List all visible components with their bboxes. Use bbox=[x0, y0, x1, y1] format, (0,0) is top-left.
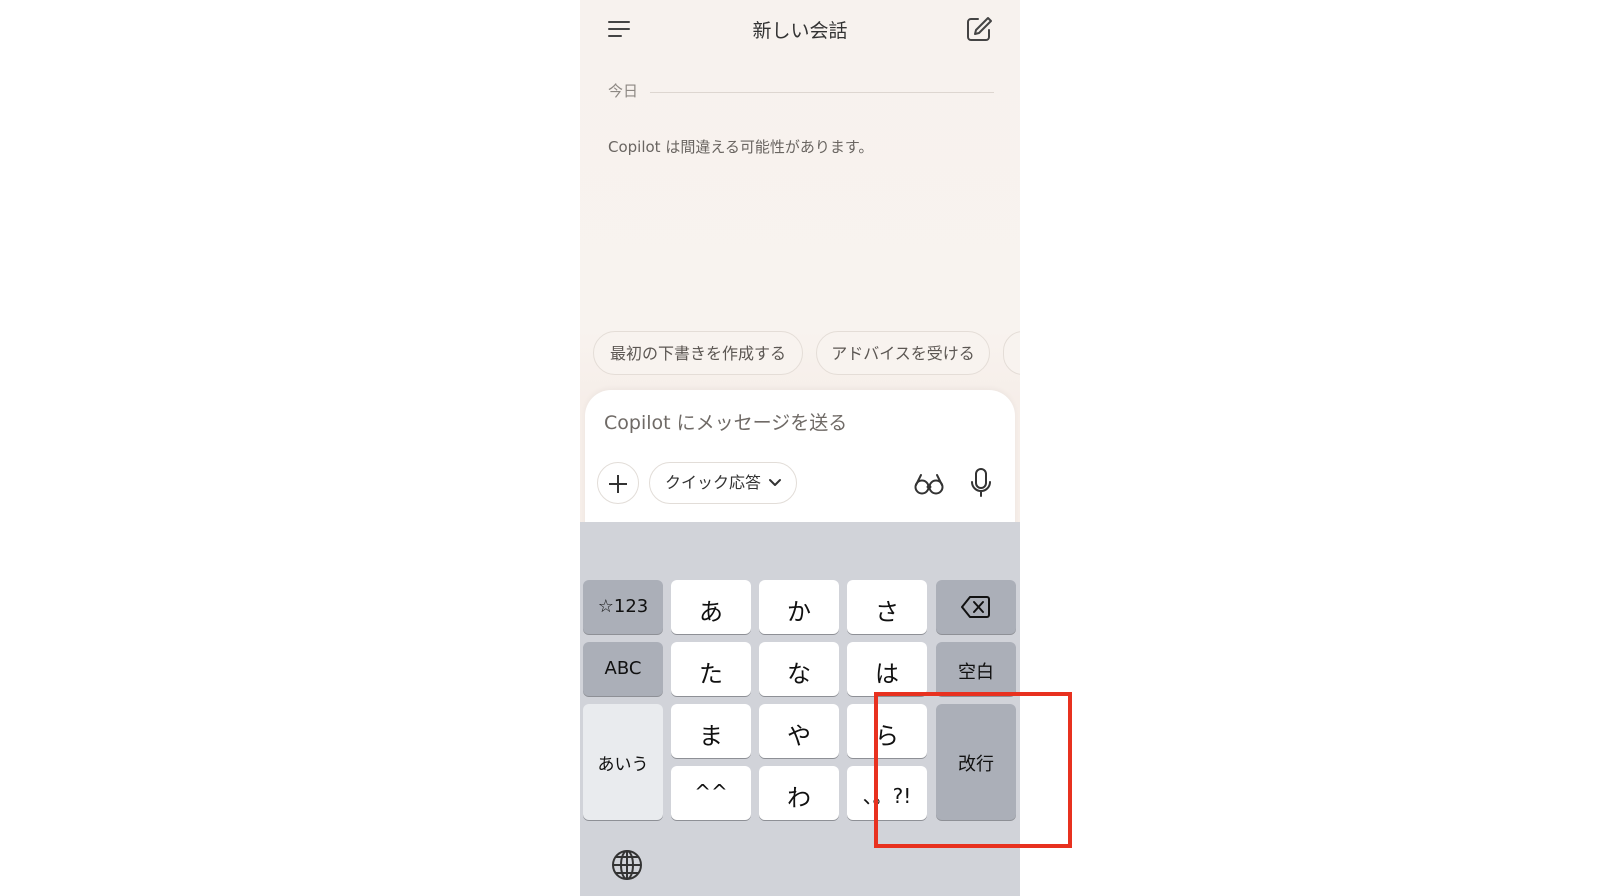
phone-screen: 新しい会話 今日 Copilot は間違える可能性があります。 最初の下書きを作… bbox=[580, 0, 1020, 896]
key-kaomoji-label: ^^ bbox=[694, 780, 728, 804]
key-sa[interactable]: さ bbox=[847, 580, 927, 634]
key-ta[interactable]: た bbox=[671, 642, 751, 696]
key-punctuation[interactable]: 、。?! bbox=[847, 766, 927, 820]
key-punctuation-label: 、。?! bbox=[862, 784, 912, 808]
microphone-icon bbox=[971, 468, 991, 497]
suggestion-chip-draft[interactable]: 最初の下書きを作成する bbox=[593, 331, 803, 375]
backspace-icon bbox=[961, 596, 990, 618]
key-ma-label: ま bbox=[699, 722, 723, 750]
key-a-label: あ bbox=[699, 598, 723, 626]
key-ma[interactable]: ま bbox=[671, 704, 751, 758]
globe-icon bbox=[612, 850, 642, 880]
date-label: 今日 bbox=[608, 82, 639, 100]
key-ha-label: は bbox=[875, 660, 899, 688]
key-ya[interactable]: や bbox=[759, 704, 839, 758]
microphone-button[interactable] bbox=[967, 466, 995, 500]
key-sa-label: さ bbox=[875, 598, 899, 626]
chevron-down-icon bbox=[769, 479, 781, 486]
new-chat-button[interactable] bbox=[964, 14, 994, 44]
key-ha[interactable]: は bbox=[847, 642, 927, 696]
key-ra[interactable]: ら bbox=[847, 704, 927, 758]
key-na-label: な bbox=[787, 660, 811, 688]
compose-edit-icon bbox=[967, 17, 992, 41]
key-ka-label: か bbox=[787, 598, 811, 626]
suggestion-chip-advice[interactable]: アドバイスを受ける bbox=[816, 331, 990, 375]
japanese-keyboard: ☆123 あ か さ ABC た な は 空白 あいう ま や ら 改行 ^^ … bbox=[580, 522, 1020, 896]
message-composer: Copilot にメッセージを送る クイック応答 bbox=[585, 390, 1015, 530]
key-space-label: 空白 bbox=[958, 662, 994, 683]
top-bar: 新しい会話 bbox=[580, 0, 1020, 58]
key-ya-label: や bbox=[787, 722, 811, 750]
message-input[interactable]: Copilot にメッセージを送る bbox=[604, 408, 984, 435]
key-ra-label: ら bbox=[875, 722, 899, 750]
key-wa[interactable]: わ bbox=[759, 766, 839, 820]
key-ta-label: た bbox=[699, 660, 723, 688]
key-enter[interactable]: 改行 bbox=[936, 704, 1016, 820]
key-ka[interactable]: か bbox=[759, 580, 839, 634]
disclaimer-text: Copilot は間違える可能性があります。 bbox=[608, 138, 874, 156]
response-mode-label: クイック応答 bbox=[665, 473, 762, 492]
conversation-title: 新しい会話 bbox=[752, 20, 848, 42]
key-abc[interactable]: ABC bbox=[583, 642, 663, 696]
key-space[interactable]: 空白 bbox=[936, 642, 1016, 696]
key-enter-label: 改行 bbox=[958, 754, 994, 775]
key-kaomoji[interactable]: ^^ bbox=[671, 766, 751, 820]
glasses-icon bbox=[914, 474, 944, 495]
key-backspace[interactable] bbox=[936, 580, 1016, 634]
vision-button[interactable] bbox=[913, 468, 945, 498]
key-symbols[interactable]: ☆123 bbox=[583, 580, 663, 634]
suggestion-chips: 最初の下書きを作成する アドバイスを受ける bbox=[593, 331, 1020, 377]
key-abc-label: ABC bbox=[604, 658, 642, 679]
key-wa-label: わ bbox=[787, 784, 811, 812]
key-a[interactable]: あ bbox=[671, 580, 751, 634]
key-symbols-label: ☆123 bbox=[597, 596, 649, 617]
key-na[interactable]: な bbox=[759, 642, 839, 696]
key-kana-mode[interactable]: あいう bbox=[583, 704, 663, 820]
attach-button[interactable] bbox=[597, 462, 639, 504]
keyboard-switch-button[interactable] bbox=[610, 848, 644, 882]
suggestion-chip-more[interactable] bbox=[1003, 331, 1020, 375]
response-mode-dropdown[interactable]: クイック応答 bbox=[649, 462, 797, 504]
key-kana-mode-label: あいう bbox=[597, 755, 649, 775]
date-divider: 今日 bbox=[608, 80, 994, 104]
divider-line bbox=[650, 92, 994, 93]
